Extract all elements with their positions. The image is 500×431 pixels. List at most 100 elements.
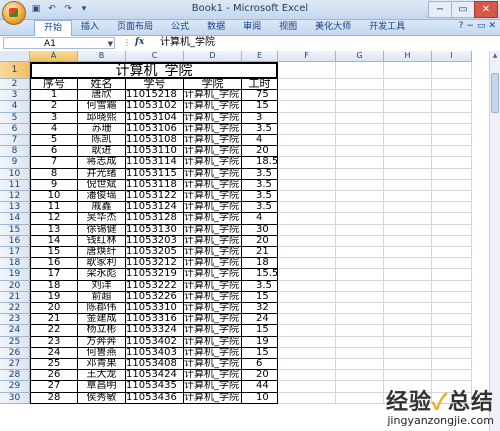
table-cell[interactable]: 11053316 (126, 314, 184, 326)
ribbon-tab[interactable]: 开发工具 (360, 20, 414, 35)
table-cell[interactable]: 11053226 (126, 291, 184, 303)
table-cell[interactable]: 计算机_学院 (184, 359, 242, 371)
column-header[interactable]: D (184, 51, 242, 62)
row-header[interactable]: 25 (0, 336, 30, 348)
table-header-cell[interactable]: 姓名 (78, 79, 126, 91)
table-cell[interactable]: 8 (30, 168, 78, 180)
table-cell[interactable]: 15 (30, 247, 78, 259)
empty-cell[interactable] (384, 123, 432, 135)
empty-cell[interactable] (432, 347, 472, 359)
table-cell[interactable]: 计算机_学院 (184, 101, 242, 113)
empty-cell[interactable] (384, 112, 432, 124)
row-header[interactable]: 16 (0, 235, 30, 247)
table-cell[interactable]: 24 (30, 347, 78, 359)
table-cell[interactable]: 井光绪 (78, 168, 126, 180)
row-header[interactable]: 27 (0, 359, 30, 371)
empty-cell[interactable] (432, 191, 472, 203)
column-header[interactable]: G (336, 51, 384, 62)
column-header[interactable]: H (384, 51, 432, 62)
row-header[interactable]: 29 (0, 381, 30, 393)
table-cell[interactable]: 11053106 (126, 123, 184, 135)
empty-cell[interactable] (336, 280, 384, 292)
table-cell[interactable]: 18.5 (242, 157, 278, 169)
vertical-scrollbar[interactable]: ▲ (489, 51, 500, 431)
scroll-thumb[interactable] (491, 73, 499, 113)
empty-cell[interactable] (278, 224, 336, 236)
empty-cell[interactable] (432, 359, 472, 371)
table-cell[interactable]: 耿家利 (78, 258, 126, 270)
empty-cell[interactable] (336, 135, 384, 147)
empty-cell[interactable] (278, 62, 336, 79)
table-cell[interactable]: 侯秀敏 (78, 392, 126, 404)
empty-cell[interactable] (384, 235, 432, 247)
empty-cell[interactable] (278, 269, 336, 281)
formula-input[interactable]: 计算机_学院 (160, 37, 484, 49)
table-cell[interactable]: 计算机_学院 (184, 392, 242, 404)
empty-cell[interactable] (336, 224, 384, 236)
table-cell[interactable]: 18 (30, 280, 78, 292)
close-button[interactable]: ✕ (474, 1, 498, 18)
empty-cell[interactable] (336, 123, 384, 135)
row-header[interactable]: 13 (0, 202, 30, 214)
table-cell[interactable]: 徐锡健 (78, 224, 126, 236)
empty-cell[interactable] (432, 258, 472, 270)
table-cell[interactable]: 27 (30, 381, 78, 393)
minimize-button[interactable]: − (428, 1, 452, 18)
ribbon-tab[interactable]: 插入 (72, 20, 108, 35)
empty-cell[interactable] (278, 314, 336, 326)
empty-cell[interactable] (278, 303, 336, 315)
ribbon-tab[interactable]: 页面布局 (108, 20, 162, 35)
table-cell[interactable]: 11053435 (126, 381, 184, 393)
table-cell[interactable]: 3 (242, 112, 278, 124)
empty-cell[interactable] (384, 280, 432, 292)
empty-cell[interactable] (278, 202, 336, 214)
sheet-title-cell[interactable]: 计算机_学院 (30, 62, 278, 79)
table-cell[interactable]: 计算机_学院 (184, 381, 242, 393)
table-cell[interactable]: 计算机_学院 (184, 123, 242, 135)
empty-cell[interactable] (432, 370, 472, 382)
table-cell[interactable]: 杨立彬 (78, 325, 126, 337)
ribbon-tab[interactable]: 视图 (270, 20, 306, 35)
ribbon-tab[interactable]: 数据 (198, 20, 234, 35)
empty-cell[interactable] (432, 291, 472, 303)
empty-cell[interactable] (384, 79, 432, 91)
table-cell[interactable]: 44 (242, 381, 278, 393)
table-cell[interactable]: 19 (30, 291, 78, 303)
row-header[interactable]: 15 (0, 224, 30, 236)
table-cell[interactable]: 王大龙 (78, 370, 126, 382)
table-cell[interactable]: 3.5 (242, 191, 278, 203)
table-cell[interactable]: 1 (30, 90, 78, 102)
empty-cell[interactable] (336, 146, 384, 158)
table-cell[interactable]: 计算机_学院 (184, 258, 242, 270)
table-cell[interactable]: 3 (30, 112, 78, 124)
table-cell[interactable]: 计算机_学院 (184, 179, 242, 191)
empty-cell[interactable] (432, 336, 472, 348)
table-cell[interactable]: 11053219 (126, 269, 184, 281)
empty-cell[interactable] (384, 303, 432, 315)
empty-cell[interactable] (278, 359, 336, 371)
empty-cell[interactable] (278, 247, 336, 259)
empty-cell[interactable] (384, 202, 432, 214)
empty-cell[interactable] (384, 146, 432, 158)
row-header[interactable]: 30 (0, 392, 30, 404)
empty-cell[interactable] (278, 135, 336, 147)
empty-cell[interactable] (432, 247, 472, 259)
table-cell[interactable]: 计算机_学院 (184, 146, 242, 158)
table-cell[interactable]: 计算机_学院 (184, 235, 242, 247)
empty-cell[interactable] (278, 370, 336, 382)
empty-cell[interactable] (336, 235, 384, 247)
table-cell[interactable]: 23 (30, 336, 78, 348)
empty-cell[interactable] (336, 336, 384, 348)
empty-cell[interactable] (432, 202, 472, 214)
table-cell[interactable]: 潘俊瑶 (78, 191, 126, 203)
table-cell[interactable]: 20 (242, 370, 278, 382)
empty-cell[interactable] (432, 314, 472, 326)
table-header-cell[interactable]: 工时 (242, 79, 278, 91)
column-header[interactable]: E (242, 51, 278, 62)
empty-cell[interactable] (336, 269, 384, 281)
empty-cell[interactable] (336, 247, 384, 259)
table-cell[interactable]: 75 (242, 90, 278, 102)
table-cell[interactable]: 计算机_学院 (184, 347, 242, 359)
table-cell[interactable]: 计算机_学院 (184, 370, 242, 382)
table-cell[interactable]: 11053108 (126, 135, 184, 147)
